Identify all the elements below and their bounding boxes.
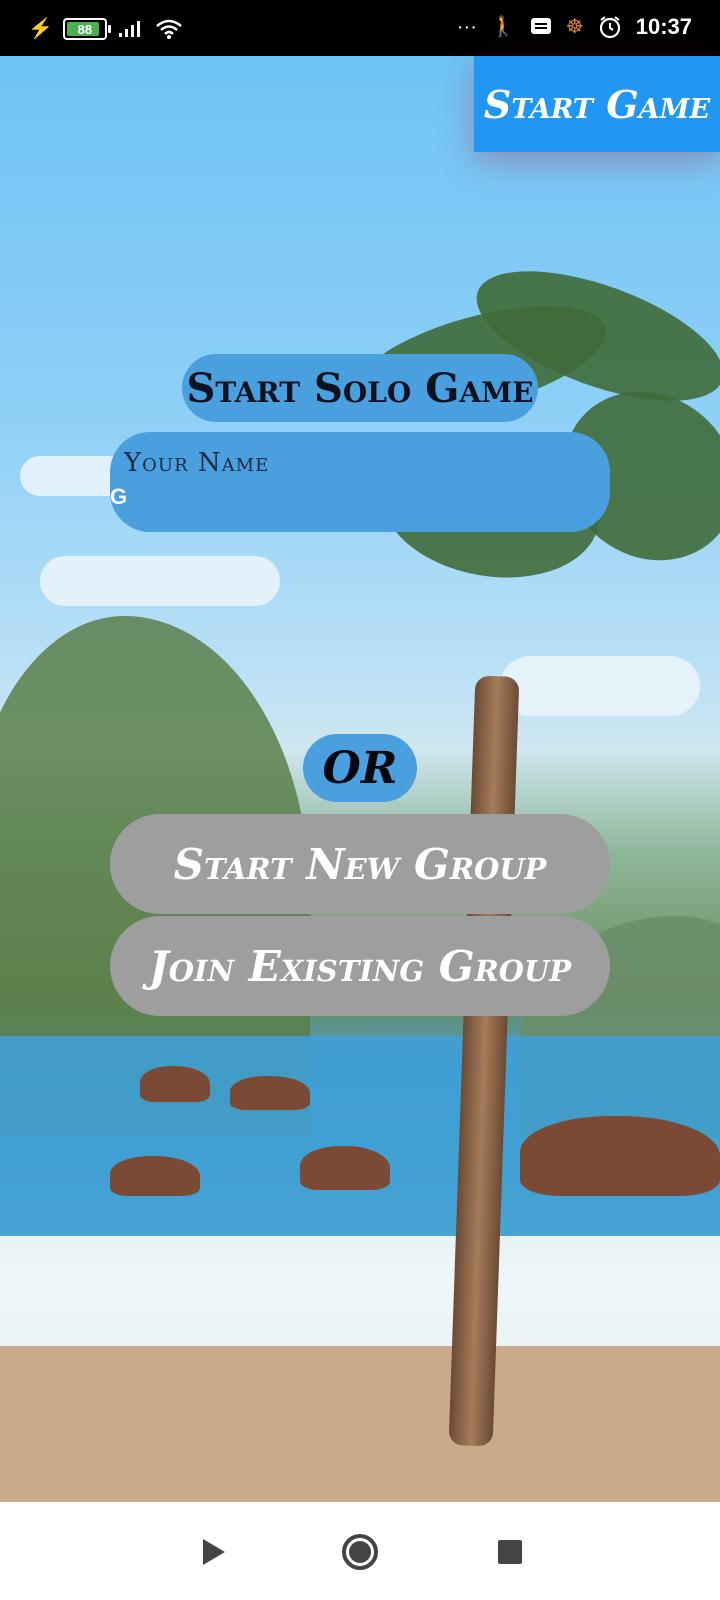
sand (0, 1346, 720, 1502)
wheel-icon: ☸ (565, 16, 584, 38)
navigation-bar (0, 1502, 720, 1600)
rock (140, 1066, 210, 1102)
join-existing-group-button[interactable]: Join Existing Group (110, 916, 610, 1016)
rock (230, 1076, 310, 1110)
clock: 10:37 (635, 14, 692, 39)
more-dots-icon: ··· (456, 16, 477, 38)
wifi-icon (156, 19, 182, 39)
status-bar-left: ⚡ 88 (28, 18, 183, 40)
message-icon (530, 18, 551, 34)
signal-icon (118, 21, 140, 37)
rock (520, 1116, 720, 1196)
home-icon (342, 1534, 378, 1570)
status-bar-right: ··· 🚶 ☸ 10:37 (457, 14, 692, 40)
home-button[interactable] (338, 1530, 382, 1574)
cloud (40, 556, 280, 606)
alarm-icon (599, 16, 620, 39)
name-input-label: Your Name (124, 448, 270, 478)
battery-icon: 88 (62, 18, 111, 40)
back-icon (203, 1539, 225, 1565)
recents-button[interactable] (488, 1530, 532, 1574)
or-divider: OR (303, 734, 417, 802)
back-button[interactable] (192, 1530, 236, 1574)
rock (110, 1156, 200, 1196)
start-solo-game-title[interactable]: Start Solo Game (182, 354, 538, 422)
start-new-group-button[interactable]: Start New Group (110, 814, 610, 914)
your-name-input[interactable]: Your Name G (110, 432, 610, 532)
rock (300, 1146, 390, 1190)
cloud (500, 656, 700, 716)
charging-bolt-icon: ⚡ (28, 18, 53, 40)
name-input-value: G (110, 484, 128, 509)
surf (0, 1236, 720, 1346)
recents-icon (498, 1540, 522, 1564)
walking-icon: 🚶 (490, 16, 516, 38)
start-game-button[interactable]: Start Game (474, 56, 720, 152)
status-bar: ⚡ 88 ··· 🚶 ☸ 10:37 (0, 0, 720, 56)
battery-level: 88 (77, 21, 93, 37)
